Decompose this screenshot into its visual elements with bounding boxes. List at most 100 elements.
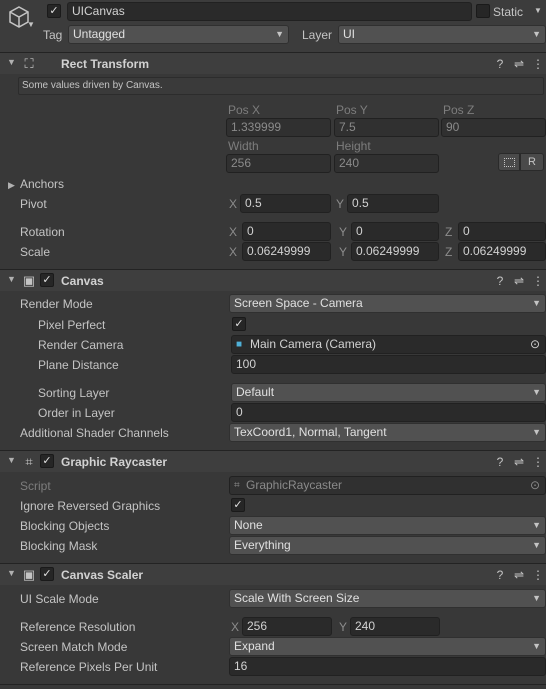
blocking-mask-value: Everything <box>234 538 291 552</box>
rotation-x-label: X <box>229 225 238 239</box>
tag-dropdown[interactable]: Untagged ▼ <box>68 25 289 44</box>
menu-icon[interactable]: ⋮ <box>530 454 546 470</box>
canvas-header[interactable]: ▼ ▣ ✓ Canvas ? ⇌ ⋮ <box>0 269 546 291</box>
scale-y-field[interactable]: 0.06249999 <box>351 242 439 261</box>
shader-channels-label: Additional Shader Channels <box>20 426 169 440</box>
menu-icon[interactable]: ⋮ <box>530 567 546 583</box>
dotted-rect-icon <box>504 158 515 167</box>
ref-y-field[interactable]: 240 <box>350 617 440 636</box>
help-icon[interactable]: ? <box>492 454 508 470</box>
static-dropdown-icon[interactable]: ▼ <box>534 6 542 15</box>
layer-value: UI <box>343 27 355 41</box>
fold-arrow-icon[interactable]: ▼ <box>7 568 16 578</box>
sorting-layer-value: Default <box>236 385 275 399</box>
rotation-z-label: Z <box>445 225 453 239</box>
pixel-perfect-label: Pixel Perfect <box>38 318 106 332</box>
pivot-y-field[interactable]: 0.5 <box>347 194 439 213</box>
layer-dropdown[interactable]: UI ▼ <box>338 25 546 44</box>
rotation-x-field[interactable]: 0 <box>242 222 331 241</box>
sorting-layer-dropdown[interactable]: Default ▼ <box>231 383 546 402</box>
match-mode-value: Expand <box>234 639 275 653</box>
scale-x-field[interactable]: 0.06249999 <box>242 242 331 261</box>
scaler-enabled-checkbox[interactable]: ✓ <box>40 567 54 581</box>
raw-edit-button[interactable]: R <box>520 153 544 171</box>
height-field: 240 <box>334 154 439 173</box>
pixel-perfect-checkbox[interactable]: ✓ <box>232 317 246 331</box>
plane-distance-label: Plane Distance <box>38 358 119 372</box>
presets-icon[interactable]: ⇌ <box>511 56 527 72</box>
order-in-layer-field[interactable]: 0 <box>231 403 546 422</box>
ui-scale-mode-dropdown[interactable]: Scale With Screen Size ▼ <box>229 589 546 608</box>
ref-x-field[interactable]: 256 <box>242 617 332 636</box>
canvas-scaler-title: Canvas Scaler <box>61 568 144 582</box>
static-label: Static <box>493 5 524 19</box>
cube-dropdown-icon[interactable]: ▼ <box>27 20 35 29</box>
canvas-enabled-checkbox[interactable]: ✓ <box>40 273 54 287</box>
active-checkbox[interactable]: ✓ <box>47 4 61 18</box>
pivot-x-label: X <box>229 197 238 211</box>
blocking-mask-dropdown[interactable]: Everything ▼ <box>229 536 546 555</box>
script-value: GraphicRaycaster <box>246 478 343 492</box>
fold-arrow-icon[interactable]: ▼ <box>7 455 16 465</box>
ui-scale-mode-value: Scale With Screen Size <box>234 591 360 605</box>
canvas-scaler-icon: ▣ <box>22 567 36 582</box>
help-icon[interactable]: ? <box>492 273 508 289</box>
help-icon[interactable]: ? <box>492 56 508 72</box>
blocking-objects-dropdown[interactable]: None ▼ <box>229 516 546 535</box>
width-field: 256 <box>226 154 331 173</box>
object-name-input[interactable]: UICanvas <box>67 2 472 21</box>
ref-resolution-label: Reference Resolution <box>20 620 136 634</box>
static-checkbox[interactable] <box>476 4 490 18</box>
fold-arrow-icon[interactable]: ▼ <box>7 274 16 284</box>
raycaster-icon: ⌗ <box>25 454 33 469</box>
ignore-reversed-checkbox[interactable]: ✓ <box>231 498 245 512</box>
chevron-down-icon: ▼ <box>532 520 541 530</box>
chevron-down-icon: ▼ <box>532 298 541 308</box>
pivot-label: Pivot <box>20 197 47 211</box>
anchors-label[interactable]: Anchors <box>20 177 64 191</box>
object-picker-icon[interactable]: ⊙ <box>530 336 540 353</box>
match-mode-label: Screen Match Mode <box>20 640 128 654</box>
rotation-y-label: Y <box>339 225 348 239</box>
menu-icon[interactable]: ⋮ <box>530 56 546 72</box>
presets-icon[interactable]: ⇌ <box>511 567 527 583</box>
canvas-scaler-header[interactable]: ▼ ▣ ✓ Canvas Scaler ? ⇌ ⋮ <box>0 563 546 585</box>
script-icon: ⌗ <box>234 480 240 491</box>
rotation-z-field[interactable]: 0 <box>458 222 546 241</box>
pivot-x-field[interactable]: 0.5 <box>240 194 331 213</box>
render-mode-value: Screen Space - Camera <box>234 296 363 310</box>
blueprint-mode-button[interactable] <box>498 153 520 171</box>
presets-icon[interactable]: ⇌ <box>511 273 527 289</box>
match-mode-dropdown[interactable]: Expand ▼ <box>229 637 546 656</box>
chevron-down-icon: ▼ <box>532 540 541 550</box>
camera-icon: ■ <box>236 339 243 350</box>
graphic-raycaster-title: Graphic Raycaster <box>61 455 168 469</box>
fold-arrow-icon[interactable]: ▼ <box>7 57 16 67</box>
rect-transform-title: Rect Transform <box>61 57 150 71</box>
plane-distance-field[interactable]: 100 <box>231 355 546 374</box>
shader-channels-dropdown[interactable]: TexCoord1, Normal, Tangent ▼ <box>229 423 546 442</box>
chevron-down-icon: ▼ <box>532 387 541 397</box>
scale-z-field[interactable]: 0.06249999 <box>458 242 546 261</box>
menu-icon[interactable]: ⋮ <box>530 273 546 289</box>
raycaster-enabled-checkbox[interactable]: ✓ <box>40 454 54 468</box>
scale-label: Scale <box>20 245 51 259</box>
object-picker-icon: ⊙ <box>529 478 540 492</box>
blocking-mask-label: Blocking Mask <box>20 539 98 553</box>
pos-z-label: Pos Z <box>443 103 475 117</box>
chevron-down-icon: ▼ <box>532 641 541 651</box>
render-camera-label: Render Camera <box>38 338 124 352</box>
rect-transform-header[interactable]: ▼ ⛶ Rect Transform ? ⇌ ⋮ <box>0 52 546 74</box>
presets-icon[interactable]: ⇌ <box>511 454 527 470</box>
graphic-raycaster-header[interactable]: ▼ ⌗ ✓ Graphic Raycaster ? ⇌ ⋮ <box>0 450 546 472</box>
help-icon[interactable]: ? <box>492 567 508 583</box>
render-mode-dropdown[interactable]: Screen Space - Camera ▼ <box>229 294 546 313</box>
tag-value: Untagged <box>73 27 126 41</box>
ref-ppu-field[interactable]: 16 <box>229 657 546 676</box>
blocking-objects-label: Blocking Objects <box>20 519 110 533</box>
scale-z-label: Z <box>445 245 453 259</box>
rotation-y-field[interactable]: 0 <box>351 222 439 241</box>
anchors-fold-icon[interactable]: ▶ <box>8 178 15 192</box>
render-camera-field[interactable]: ■ Main Camera (Camera) ⊙ <box>231 335 546 354</box>
scale-x-label: X <box>229 245 238 259</box>
